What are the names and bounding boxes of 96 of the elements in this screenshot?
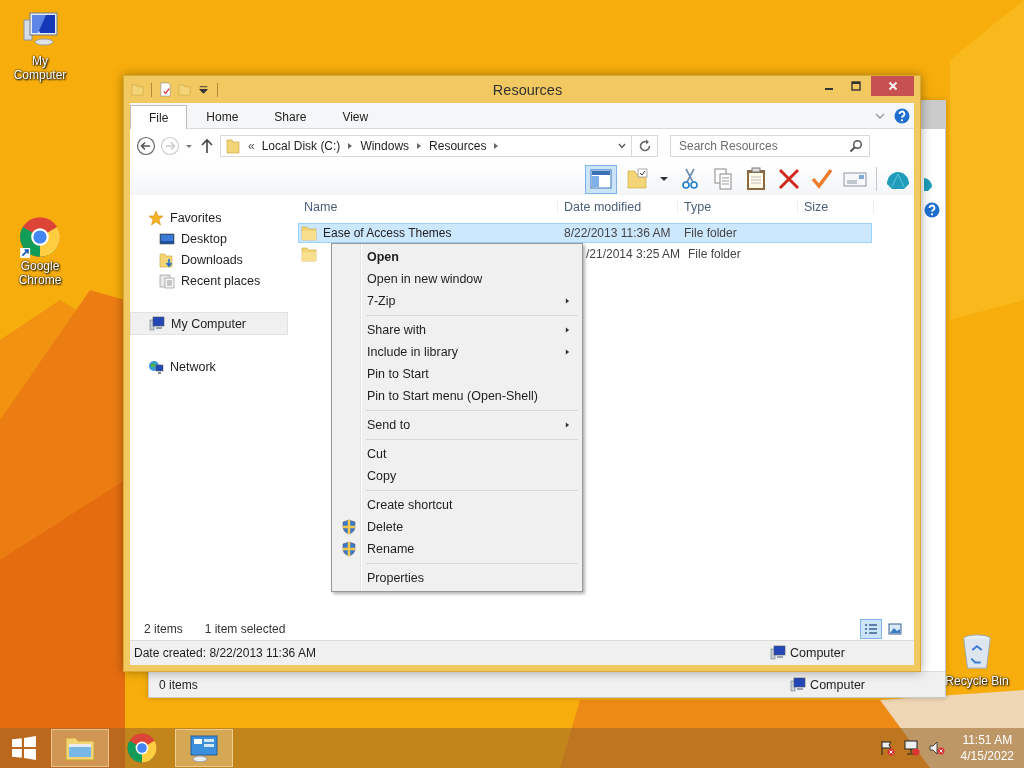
delete-icon[interactable] [777, 167, 801, 191]
close-button[interactable] [871, 76, 914, 96]
nav-item[interactable]: Favorites [130, 207, 288, 228]
submenu-arrow-icon [565, 326, 570, 334]
computer-icon [790, 676, 807, 693]
submenu-arrow-icon [565, 348, 570, 356]
download-folder-icon [159, 251, 175, 268]
close-icon [887, 81, 898, 91]
chrome-icon [126, 732, 158, 764]
ribbon-tab[interactable]: Home [189, 105, 256, 128]
paste-icon[interactable] [744, 167, 768, 191]
nav-item[interactable]: Recent places [130, 270, 288, 291]
flag-icon[interactable] [878, 740, 895, 756]
status-text: 0 items [159, 677, 199, 692]
overflow-chevron[interactable]: « [248, 139, 255, 153]
back-button[interactable] [136, 136, 156, 156]
menu-item[interactable]: Rename [334, 538, 580, 560]
folder-icon [301, 225, 317, 241]
menu-item[interactable]: Pin to Start [334, 363, 580, 385]
breadcrumb[interactable]: Windows [360, 139, 410, 153]
search-field[interactable]: Search Resources [670, 135, 870, 157]
details-view-button[interactable] [860, 619, 882, 639]
menu-item[interactable]: Open [334, 246, 580, 268]
menu-item[interactable]: Open in new window [334, 268, 580, 290]
breadcrumb[interactable]: Resources [429, 139, 487, 153]
menu-item[interactable]: Pin to Start menu (Open-Shell) [334, 385, 580, 407]
submenu-arrow-icon [565, 297, 570, 305]
checkmark-icon[interactable] [810, 167, 834, 191]
chrome-icon[interactable] [18, 215, 62, 259]
menu-item[interactable]: Create shortcut [334, 494, 580, 516]
breadcrumb-arrow-icon[interactable] [493, 142, 500, 150]
help-icon[interactable] [894, 107, 910, 124]
menu-item[interactable]: Copy [334, 465, 580, 487]
menu-item[interactable]: Include in library [334, 341, 580, 363]
type-cell-text: File folder [687, 247, 742, 261]
nav-item[interactable]: Desktop [130, 228, 288, 249]
monitor-icon [188, 732, 220, 764]
network-icon[interactable] [903, 740, 920, 756]
minimize-icon [824, 88, 833, 90]
menu-item[interactable]: Properties [334, 567, 580, 589]
preview-pane-button[interactable] [585, 164, 617, 194]
nav-item[interactable]: Network [130, 356, 288, 377]
search-icon[interactable] [848, 138, 864, 154]
volume-muted-icon[interactable] [928, 740, 945, 756]
nav-item[interactable]: Downloads [130, 249, 288, 270]
refresh-button[interactable] [632, 135, 658, 157]
ribbon-tab[interactable]: File [130, 105, 188, 129]
menu-item[interactable]: Cut [334, 443, 580, 465]
window-title: Resources [492, 81, 563, 98]
address-bar[interactable]: « Local Disk (C:) Windows Resources [220, 135, 632, 157]
menu-item[interactable]: 7-Zip [334, 290, 580, 312]
shield-icon [341, 519, 357, 535]
file-name: Ease of Access Themes [323, 226, 452, 240]
desktop-icon [159, 230, 175, 247]
shield-icon [341, 541, 357, 557]
control-panel-button[interactable] [175, 729, 233, 767]
details-text: Date created: 8/22/2013 11:36 AM [134, 646, 316, 660]
documents-icon [159, 272, 175, 289]
star-icon [148, 209, 164, 226]
column-header[interactable]: Type [678, 200, 798, 214]
column-header[interactable]: Date modified [558, 200, 678, 214]
network-icon [148, 358, 164, 375]
menu-item[interactable]: Delete [334, 516, 580, 538]
list-icon [864, 623, 878, 635]
nav-item[interactable]: My Computer [130, 312, 288, 335]
dropdown-icon[interactable] [659, 174, 669, 184]
up-arrow-icon[interactable] [200, 138, 214, 154]
dropdown-icon[interactable] [617, 141, 627, 151]
start-button[interactable] [11, 735, 37, 761]
column-header[interactable]: Size [798, 200, 874, 214]
column-header[interactable]: Name [298, 200, 558, 214]
folder-icon [301, 246, 317, 262]
ribbon-tab[interactable]: View [325, 105, 386, 128]
file-row[interactable]: Ease of Access Themes 8/22/2013 11:36 AM File folder [298, 223, 872, 243]
computer-icon [770, 645, 786, 661]
breadcrumb[interactable]: Local Disk (C:) [261, 139, 341, 153]
computer-icon [149, 315, 165, 332]
submenu-arrow-icon [565, 421, 570, 429]
properties-icon[interactable] [158, 82, 173, 97]
menu-item[interactable]: Share with [334, 319, 580, 341]
breadcrumb-arrow-icon[interactable] [347, 142, 354, 150]
ribbon-tab[interactable]: Share [257, 105, 324, 128]
menu-item[interactable]: Send to [334, 414, 580, 436]
type-cell-text: File folder [683, 226, 738, 240]
date-cell-text: /21/2014 3:25 AM [585, 247, 682, 261]
image-icon [888, 623, 902, 635]
date-cell-text: 8/22/2013 11:36 AM [563, 226, 672, 240]
help-icon[interactable] [924, 202, 940, 218]
item-count: 2 items [144, 622, 183, 636]
location-text: Computer [790, 646, 845, 660]
location-text: Computer [810, 677, 865, 692]
breadcrumb-arrow-icon[interactable] [416, 142, 423, 150]
folder-icon [225, 138, 241, 154]
pane-layout-icon [589, 167, 613, 191]
selection-count: 1 item selected [204, 622, 286, 636]
maximize-icon [850, 81, 861, 91]
